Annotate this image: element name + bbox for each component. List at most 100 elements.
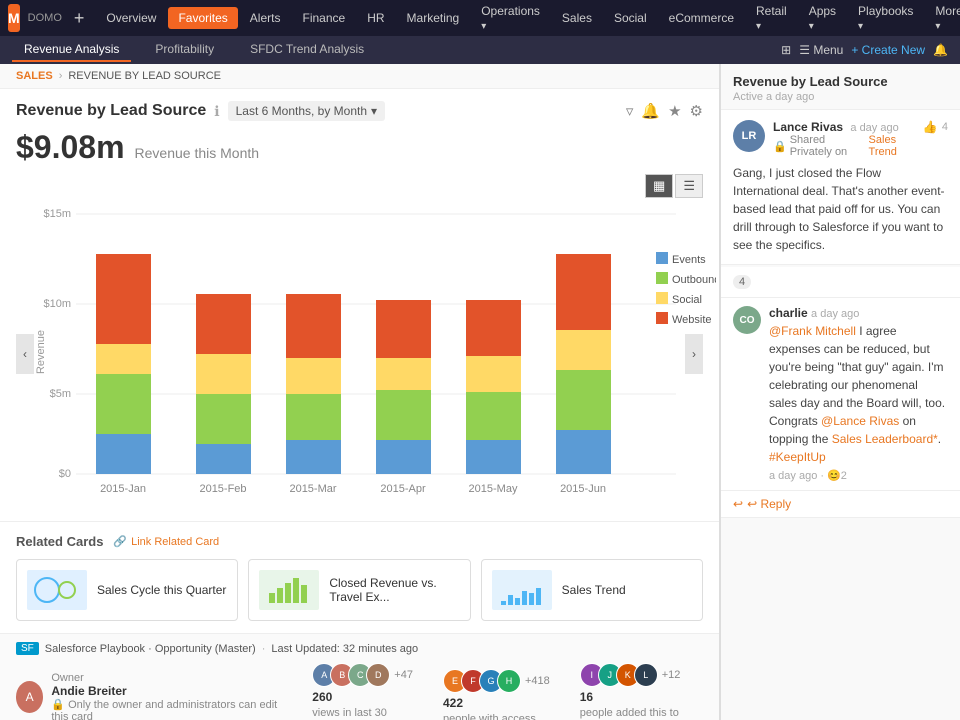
chevron-down-icon: ▾ (371, 104, 377, 118)
access-stat: E F G H +418 422 people with access (443, 669, 550, 720)
chart-nav-right[interactable]: › (685, 334, 703, 374)
chart-wrapper: ‹ › $15m $10m $5m $0 Revenue (0, 202, 719, 521)
star-icon[interactable]: ★ (668, 102, 681, 120)
notification-icon[interactable]: 🔔 (933, 43, 948, 57)
nav-playbooks[interactable]: Playbooks (848, 0, 923, 36)
svg-text:2015-Mar: 2015-Mar (289, 483, 336, 495)
buzz-shared-link-1[interactable]: Sales Trend (869, 134, 915, 158)
buzz-header: Revenue by Lead Source Active a day ago (721, 64, 960, 110)
nav-hr[interactable]: HR (357, 7, 394, 29)
nav-operations[interactable]: Operations (471, 0, 550, 36)
buzz-post-1: LR Lance Rivas a day ago 🔒 Shared Privat… (721, 110, 960, 265)
nav-more[interactable]: More (925, 0, 960, 36)
breadcrumb-parent[interactable]: SALES (16, 70, 53, 82)
menu-icon[interactable]: ☰ Menu (799, 43, 843, 57)
reply-button[interactable]: ↩ ↩ Reply (721, 491, 960, 518)
related-card-thumb-3 (492, 570, 552, 610)
related-card-thumb-1 (27, 570, 87, 610)
nav-finance[interactable]: Finance (292, 7, 355, 29)
bar-jun-outbound (556, 370, 611, 430)
grid-view-icon[interactable]: ⊞ (781, 43, 791, 57)
related-card-sales-cycle[interactable]: Sales Cycle this Quarter (16, 559, 238, 621)
bar-may-events (466, 440, 521, 474)
add-button[interactable]: + (74, 8, 85, 29)
nav-sales[interactable]: Sales (552, 7, 602, 29)
thumbs-up-icon[interactable]: 👍 (923, 120, 938, 134)
lock-small-icon: 🔒 (773, 140, 787, 153)
mention-frank[interactable]: @Frank Mitchell (769, 324, 856, 338)
link-related-btn[interactable]: 🔗 Link Related Card (113, 535, 219, 548)
subnav-sfdc[interactable]: SFDC Trend Analysis (238, 38, 376, 62)
buzz-comment-avatar-1: CO (733, 306, 761, 334)
bar-feb-website (196, 294, 251, 354)
alert-bell-icon[interactable]: 🔔 (641, 102, 660, 120)
breadcrumb: SALES › REVENUE BY LEAD SOURCE (0, 64, 719, 89)
nav-ecommerce[interactable]: eCommerce (659, 7, 744, 29)
related-card-closed-revenue[interactable]: Closed Revenue vs. Travel Ex... (248, 559, 470, 621)
bar-may-social (466, 356, 521, 392)
nav-apps[interactable]: Apps (799, 0, 846, 36)
breadcrumb-separator: › (59, 70, 63, 82)
sub-nav: Revenue Analysis Profitability SFDC Tren… (12, 38, 376, 62)
buzz-actions-1: 👍 4 (923, 120, 948, 134)
nav-favorites[interactable]: Favorites (168, 7, 237, 29)
subnav-profitability[interactable]: Profitability (143, 38, 226, 62)
bar-chart-btn[interactable]: ▦ (645, 174, 673, 198)
access-avatars: E F G H +418 (443, 669, 550, 693)
buzz-time-1: a day ago (850, 122, 898, 134)
nav-social[interactable]: Social (604, 7, 657, 29)
favorites-label: people added this to favorites (580, 707, 703, 720)
info-icon[interactable]: ℹ (214, 103, 219, 120)
bar-apr-website (376, 300, 431, 358)
buzz-comment-body-1: charlie a day ago @Frank Mitchell I agre… (769, 306, 948, 482)
bar-apr-social (376, 358, 431, 390)
reply-count-badge[interactable]: 4 (733, 275, 751, 289)
views-stat: A B C D +47 260 views in last 30 days (312, 663, 413, 720)
gear-settings-icon[interactable]: ⚙ (690, 102, 703, 120)
reply-icon: ↩ (733, 497, 743, 511)
owner-details: Owner Andie Breiter 🔒 Only the owner and… (51, 672, 282, 720)
main-content: SALES › REVENUE BY LEAD SOURCE Revenue b… (0, 64, 720, 720)
chart-nav-left[interactable]: ‹ (16, 334, 34, 374)
owner-avatar: A (16, 681, 43, 713)
create-new-btn[interactable]: + Create New (851, 43, 925, 57)
buzz-comment-text-1: @Frank Mitchell I agree expenses can be … (769, 322, 948, 466)
owner-label: Owner (51, 672, 282, 684)
bar-chart: $15m $10m $5m $0 Revenue (36, 202, 716, 502)
nav-alerts[interactable]: Alerts (240, 7, 291, 29)
fav-avatar-4: L (634, 663, 658, 687)
top-nav: M DOMO + Overview Favorites Alerts Finan… (0, 0, 960, 36)
sales-leaderboard-link[interactable]: Sales Leaderboard* (832, 432, 938, 446)
keepitup-link[interactable]: #KeepItUp (769, 450, 826, 464)
nav-overview[interactable]: Overview (96, 7, 166, 29)
list-view-btn[interactable]: ☰ (675, 174, 703, 198)
sfdc-label: Salesforce Playbook · Opportunity (Maste… (45, 643, 256, 655)
fav-plus: +12 (662, 669, 681, 681)
nav-marketing[interactable]: Marketing (397, 7, 470, 29)
access-avatar-4: H (497, 669, 521, 693)
related-card-sales-trend[interactable]: Sales Trend (481, 559, 703, 621)
bar-may-website (466, 300, 521, 356)
bar-mar-social (286, 358, 341, 394)
bar-jun-events (556, 430, 611, 474)
card-footer: SF Salesforce Playbook · Opportunity (Ma… (0, 633, 719, 720)
footer-separator: · (262, 643, 266, 655)
views-plus: +47 (394, 669, 413, 681)
related-card-title-3: Sales Trend (562, 583, 626, 597)
breadcrumb-current: REVENUE BY LEAD SOURCE (68, 70, 221, 82)
access-plus: +418 (525, 675, 550, 687)
filter-icon[interactable]: ▿ (626, 102, 634, 120)
footer-bottom: A Owner Andie Breiter 🔒 Only the owner a… (16, 663, 703, 720)
chart-controls: ▦ ☰ (0, 174, 719, 202)
mention-lance[interactable]: @Lance Rivas (821, 414, 899, 428)
svg-text:$15m: $15m (43, 208, 71, 220)
bar-feb-outbound (196, 394, 251, 444)
nav-retail[interactable]: Retail (746, 0, 797, 36)
related-card-title-1: Sales Cycle this Quarter (97, 583, 226, 597)
buzz-subtitle: Active a day ago (733, 91, 948, 103)
svg-text:Social: Social (672, 294, 702, 306)
svg-text:Revenue: Revenue (36, 330, 47, 374)
buzz-comment-time-1: a day ago (811, 308, 859, 320)
subnav-revenue[interactable]: Revenue Analysis (12, 38, 131, 62)
date-filter[interactable]: Last 6 Months, by Month ▾ (228, 101, 385, 121)
